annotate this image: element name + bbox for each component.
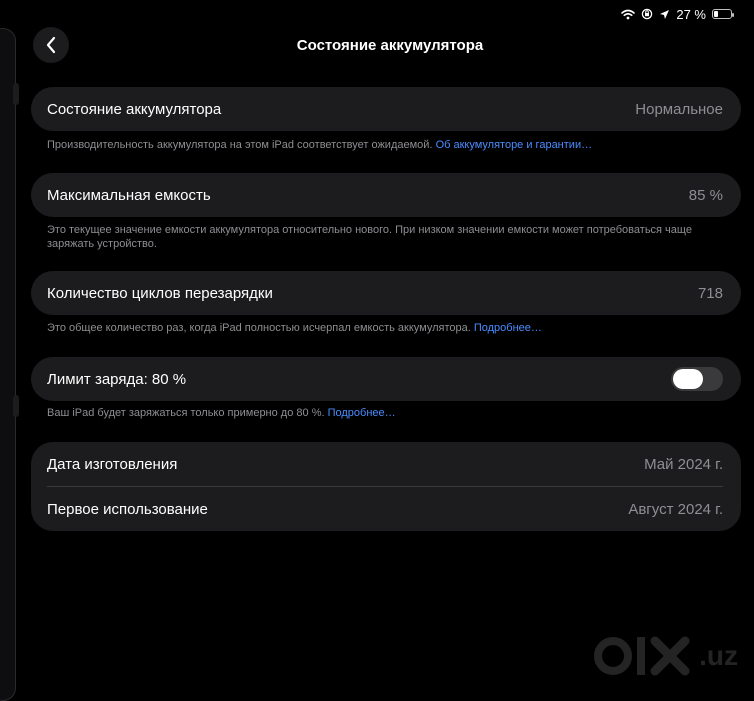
- cycle-count-more-link[interactable]: Подробнее…: [474, 322, 542, 334]
- cycle-count-note-text: Это общее количество раз, когда iPad пол…: [47, 322, 471, 334]
- battery-health-card: Состояние аккумулятора Нормальное: [31, 87, 741, 131]
- charge-limit-row: Лимит заряда: 80 %: [31, 357, 741, 401]
- location-arrow-icon: [660, 9, 670, 19]
- olx-watermark: .uz: [593, 633, 738, 679]
- battery-icon: [712, 9, 734, 19]
- status-bar: 27 %: [621, 6, 734, 22]
- battery-health-note: Производительность аккумулятора на этом …: [47, 138, 727, 152]
- toggle-knob: [673, 369, 703, 389]
- orientation-lock-icon: [642, 8, 653, 20]
- manufacture-date-label: Дата изготовления: [47, 455, 178, 473]
- battery-health-note-text: Производительность аккумулятора на этом …: [47, 139, 433, 151]
- cycle-count-label: Количество циклов перезарядки: [47, 284, 273, 302]
- battery-health-value: Нормальное: [635, 100, 723, 118]
- max-capacity-row: Максимальная емкость 85 %: [31, 173, 741, 217]
- charge-limit-label: Лимит заряда: 80 %: [47, 370, 187, 388]
- max-capacity-card: Максимальная емкость 85 %: [31, 173, 741, 217]
- battery-health-row: Состояние аккумулятора Нормальное: [31, 87, 741, 131]
- cycle-count-note: Это общее количество раз, когда iPad пол…: [47, 321, 727, 335]
- sidebar-nub: [13, 395, 19, 417]
- watermark-suffix: .uz: [699, 640, 738, 671]
- cycle-count-card: Количество циклов перезарядки 718: [31, 271, 741, 315]
- charge-limit-toggle[interactable]: [671, 367, 723, 391]
- charge-limit-note-text: Ваш iPad будет заряжаться только примерн…: [47, 407, 325, 419]
- cycle-count-value: 718: [697, 284, 723, 302]
- first-use-value: Август 2024 г.: [628, 500, 723, 518]
- sidebar-edge: [0, 28, 19, 701]
- battery-percent: 27 %: [676, 6, 706, 22]
- max-capacity-label: Максимальная емкость: [47, 186, 211, 204]
- manufacture-date-value: Май 2024 г.: [644, 455, 723, 473]
- sidebar-nub: [13, 83, 19, 105]
- charge-limit-more-link[interactable]: Подробнее…: [328, 407, 396, 419]
- manufacture-date-row: Дата изготовления Май 2024 г.: [31, 442, 741, 486]
- olx-logo: [594, 636, 690, 676]
- cycle-count-row: Количество циклов перезарядки 718: [31, 271, 741, 315]
- first-use-label: Первое использование: [47, 500, 208, 518]
- first-use-row: Первое использование Август 2024 г.: [31, 487, 741, 531]
- wifi-icon: [621, 9, 636, 19]
- battery-warranty-link[interactable]: Об аккумуляторе и гарантии…: [436, 139, 593, 151]
- charge-limit-note: Ваш iPad будет заряжаться только примерн…: [47, 406, 727, 420]
- battery-health-label: Состояние аккумулятора: [47, 100, 222, 118]
- max-capacity-note: Это текущее значение емкости аккумулятор…: [47, 224, 692, 250]
- dates-card: Дата изготовления Май 2024 г. Первое исп…: [31, 442, 741, 531]
- max-capacity-value: 85 %: [688, 186, 723, 204]
- page-title: Состояние аккумулятора: [296, 37, 484, 54]
- charge-limit-card: Лимит заряда: 80 %: [31, 357, 741, 401]
- battery-fill: [714, 11, 719, 17]
